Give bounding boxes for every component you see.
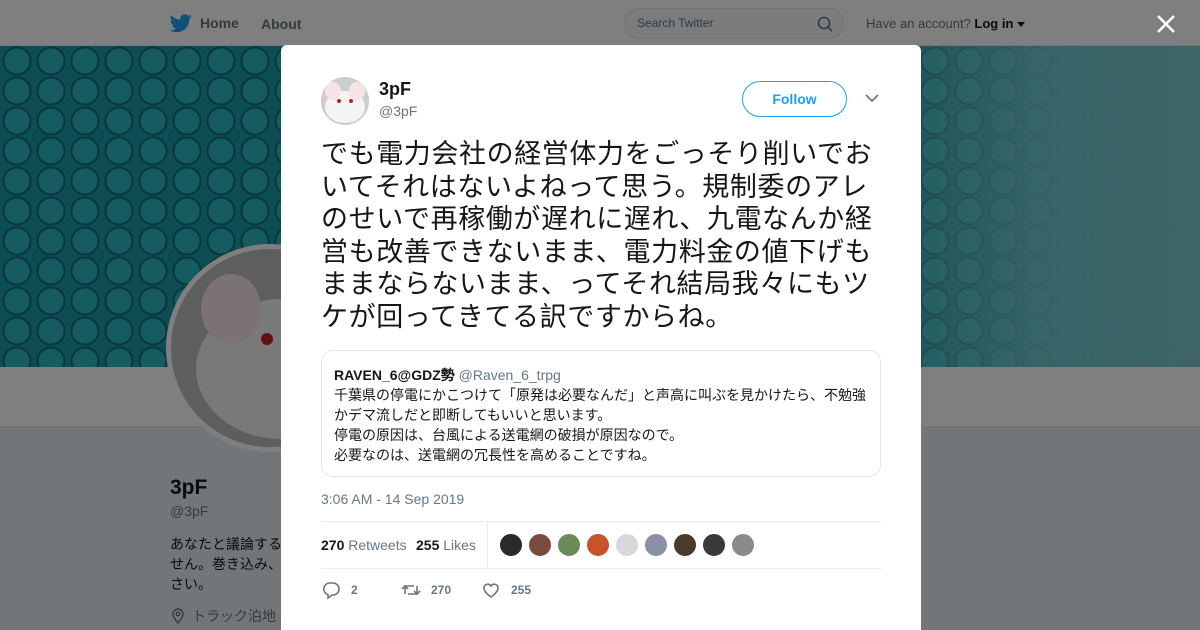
tweet-modal: 3pF @3pF Follow でも電力会社の経営体力をごっそり削いでおいてそれ… (281, 45, 921, 630)
liker-avatar[interactable] (615, 533, 639, 557)
like-stat[interactable]: 255 Likes (416, 537, 476, 553)
heart-icon (483, 583, 499, 598)
quoted-line: 必要なのは、送電網の冗長性を高めることですね。 (334, 447, 656, 463)
liker-avatar[interactable] (673, 533, 697, 557)
reply-icon (322, 582, 340, 600)
liker-avatar[interactable] (702, 533, 726, 557)
like-stat-label: Likes (443, 537, 476, 553)
liker-avatar[interactable] (557, 533, 581, 557)
like-action-count: 255 (511, 583, 532, 597)
follow-button[interactable]: Follow (742, 81, 847, 117)
tweet-actions: 2 270 255 (321, 580, 881, 600)
reply-button[interactable]: 2 (321, 580, 358, 600)
liker-avatars (499, 533, 755, 557)
quoted-author-handle: @Raven_6_trpg (458, 367, 561, 383)
retweet-button[interactable]: 270 (401, 580, 451, 600)
author-avatar[interactable] (321, 77, 369, 125)
stats-divider (487, 522, 488, 569)
retweet-action-count: 270 (431, 583, 452, 597)
retweet-count: 270 (321, 537, 345, 553)
quoted-tweet[interactable]: RAVEN_6@GDZ勢 @Raven_6_trpg 千葉県の停電にかこつけて「… (321, 350, 881, 477)
retweet-icon (401, 584, 421, 596)
retweet-stat[interactable]: 270 Retweets (321, 537, 407, 553)
quoted-author-name: RAVEN_6@GDZ勢 (334, 367, 455, 383)
quoted-tweet-header: RAVEN_6@GDZ勢 @Raven_6_trpg (334, 365, 561, 385)
close-icon[interactable] (1154, 12, 1178, 36)
quoted-line: 停電の原因は、台風による送電網の破損が原因なので。 (334, 427, 684, 443)
like-count: 255 (416, 537, 440, 553)
liker-avatar[interactable] (499, 533, 523, 557)
retweet-stat-label: Retweets (348, 537, 407, 553)
chevron-down-icon[interactable] (865, 93, 879, 103)
quoted-tweet-text: 千葉県の停電にかこつけて「原発は必要なんだ」と声高に叫ぶを見かけたら、不勉強かデ… (334, 385, 874, 465)
quoted-line: 千葉県の停電にかこつけて「原発は必要なんだ」と声高に叫ぶを見かけたら、不勉強かデ… (334, 387, 866, 423)
liker-avatar[interactable] (731, 533, 755, 557)
reply-count: 2 (351, 583, 358, 597)
like-button[interactable]: 255 (481, 580, 531, 600)
liker-avatar[interactable] (644, 533, 668, 557)
liker-avatar[interactable] (586, 533, 610, 557)
tweet-timestamp[interactable]: 3:06 AM - 14 Sep 2019 (321, 491, 464, 507)
author-name[interactable]: 3pF (379, 79, 411, 100)
tweet-stats: 270 Retweets 255 Likes (321, 521, 881, 569)
liker-avatar[interactable] (528, 533, 552, 557)
tweet-text: でも電力会社の経営体力をごっそり削いでおいてそれはないよねって思う。規制委のアレ… (321, 139, 873, 332)
author-handle[interactable]: @3pF (379, 103, 417, 119)
